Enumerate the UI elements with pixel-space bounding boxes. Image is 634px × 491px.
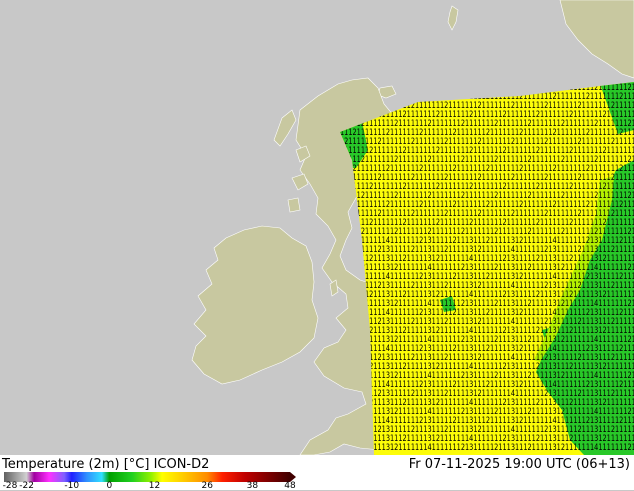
weather-map: 1111121111111211111112111111121111111211… (0, 0, 634, 490)
valid-time: Fr 07-11-2025 19:00 UTC (06+13) (408, 457, 630, 472)
temperature-labels: 1111121111111211111112111111121111111211… (340, 83, 634, 453)
parameter-label: Temperature (2m) [°C] (2, 457, 150, 472)
model-name: ICON-D2 (153, 457, 210, 472)
map-title: Temperature (2m) [°C] ICON-D2 (2, 457, 209, 472)
land-islay (287, 197, 301, 213)
temperature-value-row: 1311121111131211111114111111121311111211… (340, 443, 634, 453)
